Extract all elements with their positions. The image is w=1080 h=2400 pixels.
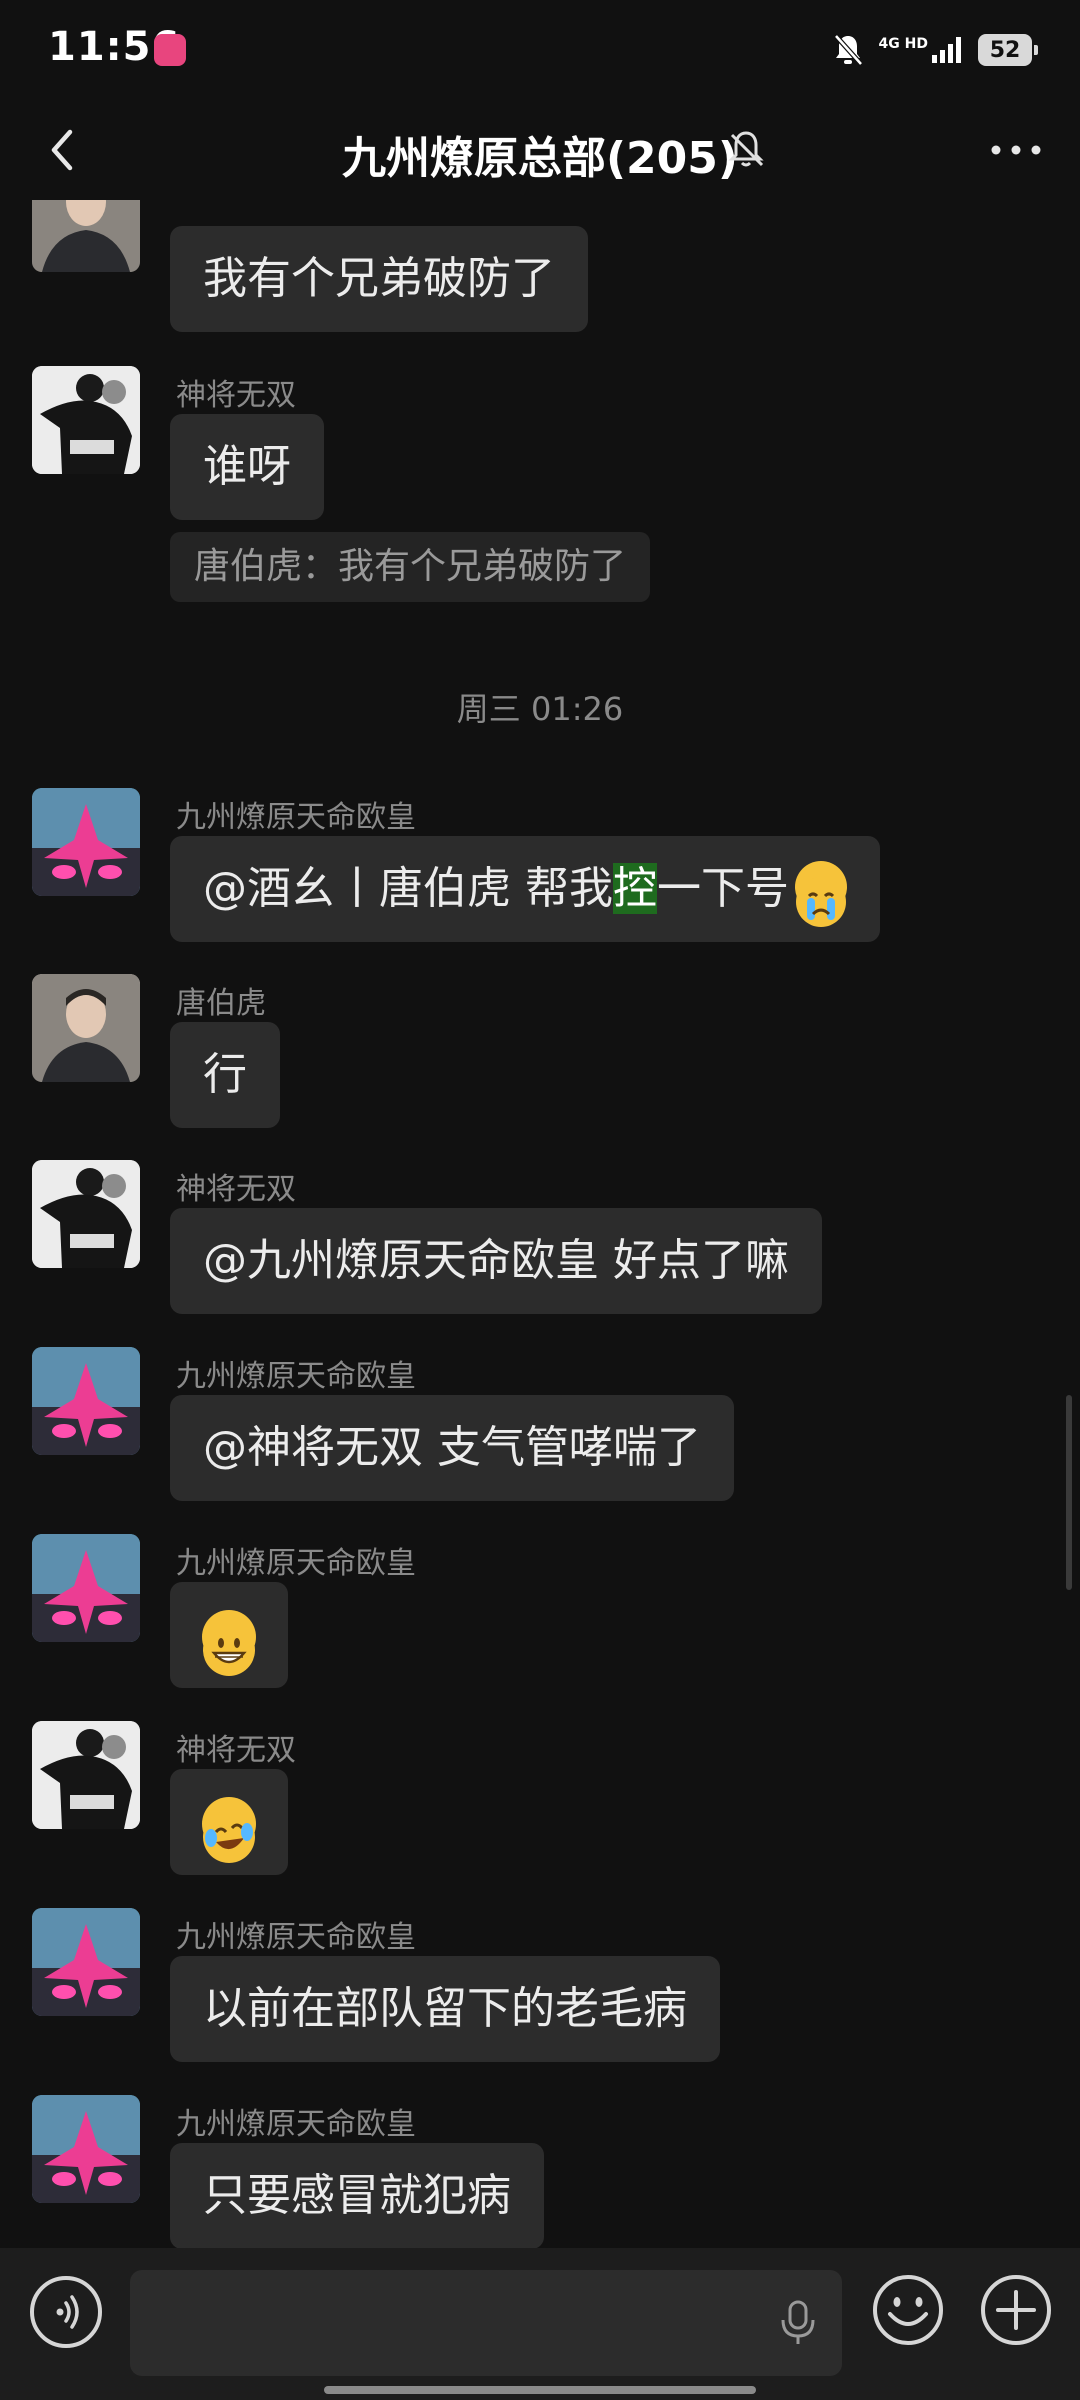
time-divider: 周三 01:26 [456, 690, 624, 728]
avatar[interactable] [32, 1534, 140, 1642]
status-icons: 4G HD 52 [833, 30, 1038, 70]
battery-level: 52 [989, 37, 1021, 63]
avatar-image [32, 1721, 140, 1829]
message-bubble[interactable]: 谁呀 [170, 414, 324, 520]
avatar[interactable] [32, 2095, 140, 2203]
muted-bell-icon [728, 131, 764, 167]
sender-name: 九州燎原天命欧皇 [176, 1546, 416, 1581]
quoted-reply[interactable]: 唐伯虎：我有个兄弟破防了 [170, 532, 651, 602]
chat-header: 九州燎原总部(205) [0, 100, 1080, 200]
avatar[interactable] [32, 1160, 140, 1268]
sender-name: 九州燎原天命欧皇 [176, 2107, 416, 2142]
message-bubble[interactable]: @九州燎原天命欧皇 好点了嘛 [170, 1208, 822, 1314]
sender-name: 九州燎原天命欧皇 [176, 1359, 416, 1394]
message-bubble[interactable]: 行 [170, 1022, 280, 1128]
avatar-image [32, 2095, 140, 2203]
sender-name: 神将无双 [176, 378, 296, 413]
avatar-image [32, 1347, 140, 1455]
sender-name: 神将无双 [176, 1733, 296, 1768]
avatar[interactable] [32, 1347, 140, 1455]
grinning-face-icon [202, 1610, 256, 1676]
avatar-image [32, 1160, 140, 1268]
sender-name: 神将无双 [176, 1172, 296, 1207]
emoji-picker-icon[interactable] [870, 2272, 946, 2348]
message-bubble[interactable] [170, 1582, 288, 1688]
highlighted-text: 控 [613, 863, 657, 914]
avatar[interactable] [32, 1721, 140, 1829]
avatar-image [32, 1534, 140, 1642]
more-options-icon[interactable] [986, 122, 1046, 178]
network-label: 4G HD [878, 36, 928, 52]
avatar-image [32, 200, 140, 272]
message-bubble[interactable]: @神将无双 支气管哮喘了 [170, 1395, 734, 1501]
sender-name: 唐伯虎 [176, 986, 266, 1021]
scrollbar[interactable] [1066, 1395, 1072, 1590]
notifications-off-icon [833, 34, 863, 66]
voice-wave-icon [56, 2295, 79, 2329]
avatar-image [32, 788, 140, 896]
avatar[interactable] [32, 788, 140, 896]
battery-indicator: 52 [978, 34, 1038, 66]
message-list[interactable]: 我有个兄弟破防了 神将无双 谁呀 唐伯虎：我有个兄弟破防了 周三 01:26 九… [0, 200, 1080, 2248]
sender-name: 九州燎原天命欧皇 [176, 800, 416, 835]
avatar-image [32, 366, 140, 474]
voice-mode-button[interactable] [30, 2276, 102, 2348]
message-bubble[interactable] [170, 1769, 288, 1875]
signal-icon [932, 37, 961, 63]
message-text: @酒幺丨唐伯虎 帮我 [203, 863, 613, 914]
message-input[interactable] [130, 2270, 842, 2376]
avatar[interactable] [32, 1908, 140, 2016]
message-bubble[interactable]: 我有个兄弟破防了 [170, 226, 588, 332]
avatar[interactable] [32, 974, 140, 1082]
avatar-image [32, 974, 140, 1082]
add-icon[interactable] [978, 2272, 1054, 2348]
message-bubble[interactable]: @酒幺丨唐伯虎 帮我控一下号 [170, 836, 880, 942]
app-notification-icon [154, 34, 186, 66]
message-bubble[interactable]: 只要感冒就犯病 [170, 2143, 544, 2248]
status-bar: 11:56 4G HD 52 [0, 0, 1080, 100]
microphone-icon[interactable] [778, 2300, 818, 2346]
group-title[interactable]: 九州燎原总部(205) [342, 133, 738, 184]
avatar[interactable] [32, 200, 140, 272]
sender-name: 九州燎原天命欧皇 [176, 1920, 416, 1955]
crying-face-icon [795, 861, 847, 927]
home-indicator[interactable] [324, 2386, 756, 2394]
avatar-image [32, 1908, 140, 2016]
input-bar [0, 2248, 1080, 2400]
title-container: 九州燎原总部(205) [0, 122, 1080, 186]
message-bubble[interactable]: 以前在部队留下的老毛病 [170, 1956, 720, 2062]
laughing-tears-face-icon [202, 1797, 256, 1863]
avatar[interactable] [32, 366, 140, 474]
network-indicator: 4G HD [879, 37, 962, 63]
message-text: 一下号 [657, 863, 789, 914]
